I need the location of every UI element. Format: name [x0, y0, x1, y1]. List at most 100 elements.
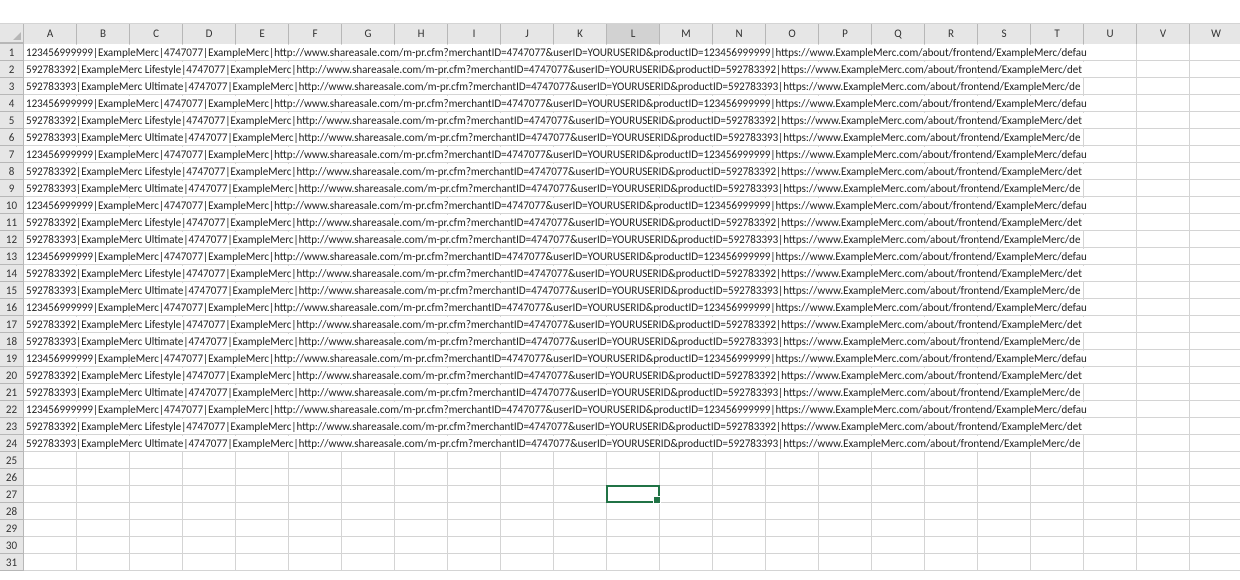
- row: 13123456999999|ExampleMerc|4747077|Examp…: [0, 248, 1240, 265]
- row-header[interactable]: 26: [0, 469, 24, 486]
- row: 25: [0, 452, 1240, 469]
- column-header-i[interactable]: I: [448, 24, 501, 44]
- row-cells[interactable]: 123456999999|ExampleMerc|4747077|Example…: [24, 197, 1240, 214]
- row-cells[interactable]: 123456999999|ExampleMerc|4747077|Example…: [24, 401, 1240, 418]
- cell-value: 592783393|ExampleMerc Ultimate|4747077|E…: [26, 334, 1082, 349]
- column-header-o[interactable]: O: [766, 24, 819, 44]
- row-cells[interactable]: [24, 520, 1240, 537]
- column-header-p[interactable]: P: [819, 24, 872, 44]
- row-header[interactable]: 19: [0, 350, 24, 367]
- row-cells[interactable]: 592783393|ExampleMerc Ultimate|4747077|E…: [24, 180, 1240, 197]
- column-header-c[interactable]: C: [130, 24, 183, 44]
- column-header-h[interactable]: H: [395, 24, 448, 44]
- column-header-s[interactable]: S: [978, 24, 1031, 44]
- row-header[interactable]: 4: [0, 95, 24, 112]
- row-header[interactable]: 12: [0, 231, 24, 248]
- row-cells[interactable]: 592783393|ExampleMerc Ultimate|4747077|E…: [24, 435, 1240, 452]
- row-cells[interactable]: 123456999999|ExampleMerc|4747077|Example…: [24, 146, 1240, 163]
- row-header[interactable]: 3: [0, 78, 24, 95]
- row-header[interactable]: 15: [0, 282, 24, 299]
- row-cells[interactable]: 592783393|ExampleMerc Ultimate|4747077|E…: [24, 384, 1240, 401]
- select-all-triangle[interactable]: [0, 24, 24, 43]
- row-cells[interactable]: 592783393|ExampleMerc Ultimate|4747077|E…: [24, 333, 1240, 350]
- cell-value: 123456999999|ExampleMerc|4747077|Example…: [26, 147, 1089, 162]
- row-cells[interactable]: 123456999999|ExampleMerc|4747077|Example…: [24, 44, 1240, 61]
- row-header[interactable]: 21: [0, 384, 24, 401]
- row-header[interactable]: 11: [0, 214, 24, 231]
- row-header[interactable]: 25: [0, 452, 24, 469]
- formula-bar-strip: [0, 0, 1240, 24]
- row-header[interactable]: 23: [0, 418, 24, 435]
- grid-body[interactable]: 1123456999999|ExampleMerc|4747077|Exampl…: [0, 44, 1240, 571]
- row-header[interactable]: 2: [0, 61, 24, 78]
- cell-value: 592783393|ExampleMerc Ultimate|4747077|E…: [26, 79, 1082, 94]
- column-header-k[interactable]: K: [554, 24, 607, 44]
- column-header-e[interactable]: E: [236, 24, 289, 44]
- row-header[interactable]: 13: [0, 248, 24, 265]
- row-header[interactable]: 28: [0, 503, 24, 520]
- row-header[interactable]: 10: [0, 197, 24, 214]
- column-header-l[interactable]: L: [607, 24, 660, 44]
- row-header[interactable]: 30: [0, 537, 24, 554]
- row-cells[interactable]: 592783392|ExampleMerc Lifestyle|4747077|…: [24, 214, 1240, 231]
- column-header-t[interactable]: T: [1031, 24, 1084, 44]
- row-cells[interactable]: [24, 554, 1240, 571]
- row-cells[interactable]: 592783392|ExampleMerc Lifestyle|4747077|…: [24, 112, 1240, 129]
- row-header[interactable]: 7: [0, 146, 24, 163]
- column-header-u[interactable]: U: [1084, 24, 1137, 44]
- row-header[interactable]: 22: [0, 401, 24, 418]
- column-header-m[interactable]: M: [660, 24, 713, 44]
- column-header-r[interactable]: R: [925, 24, 978, 44]
- column-header-f[interactable]: F: [289, 24, 342, 44]
- row-cells[interactable]: 592783393|ExampleMerc Ultimate|4747077|E…: [24, 78, 1240, 95]
- row-cells[interactable]: [24, 452, 1240, 469]
- column-header-a[interactable]: A: [24, 24, 77, 44]
- column-header-n[interactable]: N: [713, 24, 766, 44]
- row-cells[interactable]: 123456999999|ExampleMerc|4747077|Example…: [24, 299, 1240, 316]
- column-header-g[interactable]: G: [342, 24, 395, 44]
- column-header-v[interactable]: V: [1137, 24, 1190, 44]
- row-header[interactable]: 17: [0, 316, 24, 333]
- row-header[interactable]: 27: [0, 486, 24, 503]
- row-cells[interactable]: 592783392|ExampleMerc Lifestyle|4747077|…: [24, 61, 1240, 78]
- row-cells[interactable]: 123456999999|ExampleMerc|4747077|Example…: [24, 95, 1240, 112]
- row-cells[interactable]: [24, 469, 1240, 486]
- row: 17592783392|ExampleMerc Lifestyle|474707…: [0, 316, 1240, 333]
- row: 6592783393|ExampleMerc Ultimate|4747077|…: [0, 129, 1240, 146]
- row-header[interactable]: 29: [0, 520, 24, 537]
- row-cells[interactable]: 123456999999|ExampleMerc|4747077|Example…: [24, 248, 1240, 265]
- row-cells[interactable]: 592783392|ExampleMerc Lifestyle|4747077|…: [24, 265, 1240, 282]
- row-header[interactable]: 8: [0, 163, 24, 180]
- row-cells[interactable]: 592783392|ExampleMerc Lifestyle|4747077|…: [24, 367, 1240, 384]
- row-header[interactable]: 16: [0, 299, 24, 316]
- row-cells[interactable]: [24, 486, 1240, 503]
- row-cells[interactable]: 123456999999|ExampleMerc|4747077|Example…: [24, 350, 1240, 367]
- cell-value: 592783392|ExampleMerc Lifestyle|4747077|…: [26, 419, 1084, 434]
- row-cells[interactable]: 592783392|ExampleMerc Lifestyle|4747077|…: [24, 316, 1240, 333]
- row-header[interactable]: 9: [0, 180, 24, 197]
- row-cells[interactable]: [24, 537, 1240, 554]
- row: 8592783392|ExampleMerc Lifestyle|4747077…: [0, 163, 1240, 180]
- row-cells[interactable]: 592783393|ExampleMerc Ultimate|4747077|E…: [24, 129, 1240, 146]
- row-header[interactable]: 6: [0, 129, 24, 146]
- row-header[interactable]: 24: [0, 435, 24, 452]
- column-header-b[interactable]: B: [77, 24, 130, 44]
- row-header[interactable]: 5: [0, 112, 24, 129]
- row-header[interactable]: 14: [0, 265, 24, 282]
- row-cells[interactable]: 592783392|ExampleMerc Lifestyle|4747077|…: [24, 163, 1240, 180]
- row-header[interactable]: 1: [0, 44, 24, 61]
- row: 9592783393|ExampleMerc Ultimate|4747077|…: [0, 180, 1240, 197]
- column-header-q[interactable]: Q: [872, 24, 925, 44]
- row-header[interactable]: 20: [0, 367, 24, 384]
- row: 27: [0, 486, 1240, 503]
- row: 24592783393|ExampleMerc Ultimate|4747077…: [0, 435, 1240, 452]
- row-cells[interactable]: 592783393|ExampleMerc Ultimate|4747077|E…: [24, 282, 1240, 299]
- row-header[interactable]: 18: [0, 333, 24, 350]
- row-cells[interactable]: 592783392|ExampleMerc Lifestyle|4747077|…: [24, 418, 1240, 435]
- column-header-w[interactable]: W: [1190, 24, 1240, 44]
- row-header[interactable]: 31: [0, 554, 24, 571]
- column-header-d[interactable]: D: [183, 24, 236, 44]
- row-cells[interactable]: [24, 503, 1240, 520]
- column-header-j[interactable]: J: [501, 24, 554, 44]
- row-cells[interactable]: 592783393|ExampleMerc Ultimate|4747077|E…: [24, 231, 1240, 248]
